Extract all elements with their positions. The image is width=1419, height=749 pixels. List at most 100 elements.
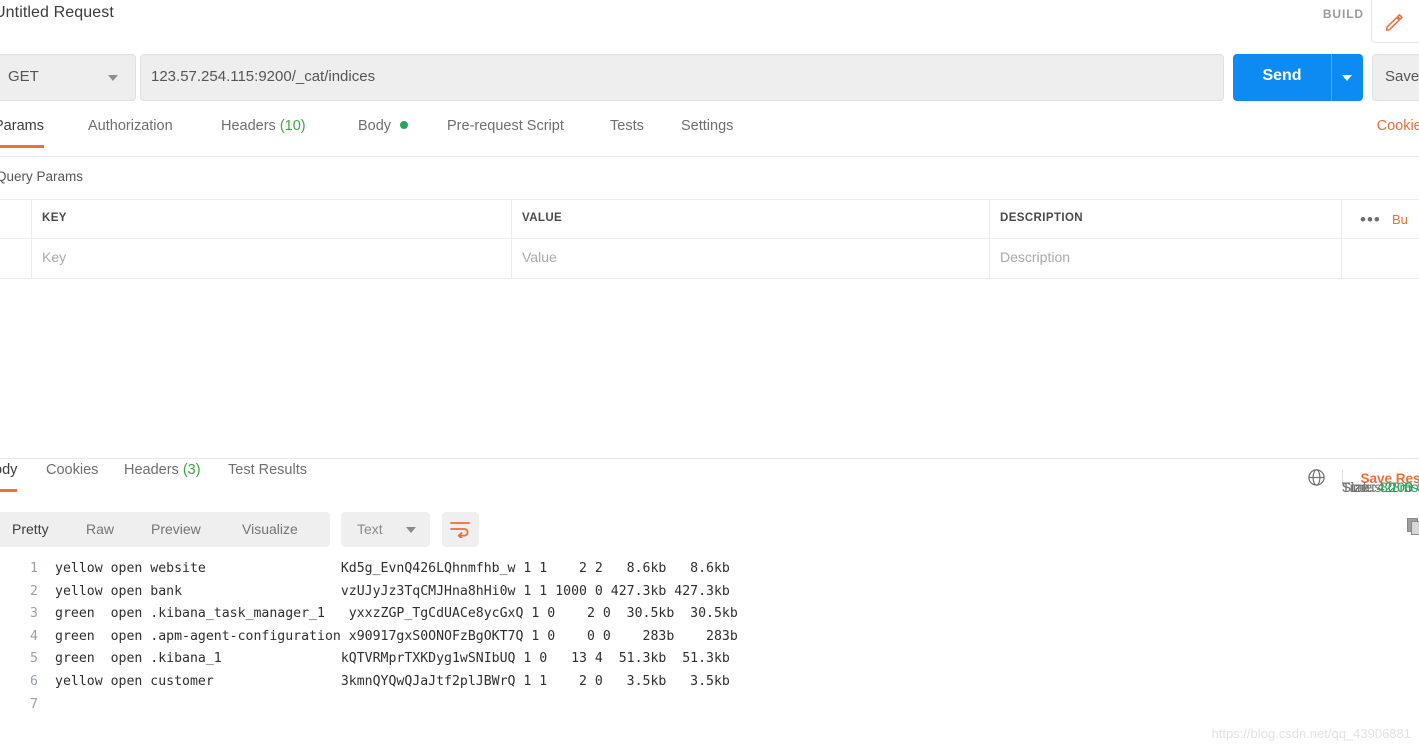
table-row[interactable]: Key Value Description: [0, 239, 1419, 279]
active-tab-underline: [0, 145, 44, 148]
chevron-down-icon: [108, 75, 118, 81]
row-description-cell[interactable]: Description: [990, 239, 1342, 278]
tab-test-results[interactable]: Test Results: [228, 462, 307, 478]
line-number: 6: [30, 674, 38, 689]
tab-tests-label: Tests: [610, 118, 644, 134]
line-number: 1: [30, 561, 38, 576]
header-checkbox-cell: [0, 200, 32, 238]
tab-params-label: Params: [0, 118, 44, 134]
view-pretty[interactable]: Pretty: [12, 521, 49, 537]
tab-response-cookies[interactable]: Cookies: [46, 462, 98, 478]
globe-icon: [1307, 469, 1325, 486]
save-button[interactable]: Save: [1372, 54, 1419, 101]
view-preview[interactable]: Preview: [151, 521, 201, 537]
tab-tests[interactable]: Tests: [610, 118, 644, 134]
active-tab-underline: [0, 489, 18, 492]
url-input[interactable]: 123.57.254.115:9200/_cat/indices: [140, 54, 1224, 101]
response-body-content[interactable]: 1 yellow open website Kd5g_EvnQ426LQhnmf…: [0, 558, 1419, 718]
tab-response-body-label: ody: [0, 462, 18, 478]
response-headers-count: (3): [182, 462, 201, 478]
postman-window: Untitled Request BUILD GET 123.57.254.11…: [0, 0, 1419, 749]
key-input-placeholder: Key: [42, 249, 67, 265]
line-number: 7: [30, 696, 38, 712]
send-divider: [1331, 54, 1332, 101]
pencil-icon: [1385, 14, 1403, 31]
language-select[interactable]: Text: [341, 512, 430, 547]
header-description-cell: DESCRIPTION: [990, 200, 1342, 238]
url-value: 123.57.254.115:9200/_cat/indices: [151, 68, 376, 85]
headers-count: (10): [279, 118, 306, 134]
ellipsis-icon[interactable]: •••: [1360, 210, 1381, 230]
view-raw[interactable]: Raw: [86, 521, 114, 537]
chevron-down-icon[interactable]: [1342, 75, 1352, 81]
body-indicator-dot: [400, 121, 409, 130]
header-value-cell: VALUE: [512, 200, 990, 238]
build-label: BUILD: [1322, 7, 1364, 21]
response-separator: [0, 458, 1419, 459]
line-content: green open .apm-agent-configuration x909…: [55, 628, 738, 644]
http-method-value: GET: [8, 68, 39, 85]
row-value-cell[interactable]: Value: [512, 239, 990, 278]
tab-headers[interactable]: Headers (10): [221, 118, 306, 134]
view-mode-group: Pretty Raw Preview Visualize: [0, 512, 330, 547]
send-button-label: Send: [1262, 67, 1302, 84]
http-method-select[interactable]: GET: [0, 54, 136, 101]
tab-body[interactable]: Body: [358, 118, 409, 134]
response-tabs: ody Cookies Headers (3) Test Results: [0, 462, 1419, 497]
cookies-link[interactable]: Cookies: [1377, 118, 1419, 134]
tab-response-body[interactable]: ody: [0, 462, 18, 492]
size-segment: Size: 428 B: [1342, 479, 1414, 495]
word-wrap-icon: [450, 522, 470, 538]
tab-response-cookies-label: Cookies: [46, 462, 99, 478]
word-wrap-button[interactable]: [442, 512, 479, 547]
size-value: 428 B: [1376, 479, 1414, 495]
page-title: Untitled Request: [0, 4, 114, 21]
tab-test-results-label: Test Results: [228, 462, 307, 478]
tab-authorization-label: Authorization: [88, 118, 173, 134]
row-checkbox-cell[interactable]: [0, 239, 32, 278]
response-status-bar: Status: 200 OK Time: 80 ms Size: 428 B S…: [1307, 469, 1419, 495]
language-value: Text: [357, 521, 383, 537]
header-key-cell: KEY: [32, 200, 512, 238]
line-content: yellow open bank vzUJyJz3TqCMJHna8hHi0w …: [55, 583, 730, 599]
tab-params[interactable]: Params: [0, 118, 44, 148]
tab-headers-label: Headers: [221, 118, 276, 134]
row-key-cell[interactable]: Key: [32, 239, 512, 278]
header-actions-cell: ••• Bu: [1342, 200, 1419, 238]
line-content: yellow open customer 3kmnQYQwQJaJtf2plJB…: [55, 674, 730, 689]
request-title-bar: Untitled Request BUILD: [0, 0, 1419, 44]
tab-settings[interactable]: Settings: [681, 118, 733, 134]
tab-authorization[interactable]: Authorization: [88, 118, 173, 134]
header-value-label: VALUE: [522, 212, 563, 224]
bulk-edit-link[interactable]: Bu: [1392, 212, 1408, 227]
tab-body-label: Body: [358, 118, 392, 134]
line-number: 3: [30, 606, 38, 622]
tab-settings-label: Settings: [681, 118, 734, 134]
tab-response-headers[interactable]: Headers (3): [124, 462, 201, 478]
tab-response-headers-label: Headers: [124, 462, 179, 478]
query-params-table: KEY VALUE DESCRIPTION ••• Bu Key Value D…: [0, 199, 1419, 279]
line-number: 2: [30, 583, 38, 599]
table-header-row: KEY VALUE DESCRIPTION ••• Bu: [0, 199, 1419, 239]
watermark: https://blog.csdn.net/qq_43906881: [1211, 726, 1412, 741]
row-actions-cell: [1342, 239, 1419, 278]
send-button[interactable]: Send: [1233, 54, 1363, 101]
tab-pre-request-script[interactable]: Pre-request Script: [447, 118, 564, 134]
line-content: green open .kibana_task_manager_1 yxxzZG…: [55, 606, 738, 622]
copy-icon[interactable]: [1407, 518, 1419, 536]
value-input-placeholder: Value: [522, 249, 557, 265]
request-tabs: Params Authorization Headers (10) Body P…: [0, 118, 1419, 157]
header-key-label: KEY: [42, 212, 67, 224]
line-content: yellow open website Kd5g_EvnQ426LQhnmfhb…: [55, 561, 730, 576]
view-visualize[interactable]: Visualize: [242, 521, 298, 537]
tab-pre-request-script-label: Pre-request Script: [447, 118, 564, 134]
description-input-placeholder: Description: [1000, 249, 1071, 265]
line-number: 5: [30, 651, 38, 667]
query-params-title: Query Params: [0, 169, 84, 184]
save-button-label: Save: [1385, 68, 1419, 85]
size-label: Size:: [1341, 479, 1373, 495]
line-number: 4: [30, 628, 38, 644]
response-body-toolbar: Pretty Raw Preview Visualize Text: [0, 512, 1419, 547]
header-description-label: DESCRIPTION: [1000, 212, 1083, 224]
edit-request-button[interactable]: [1371, 0, 1419, 43]
